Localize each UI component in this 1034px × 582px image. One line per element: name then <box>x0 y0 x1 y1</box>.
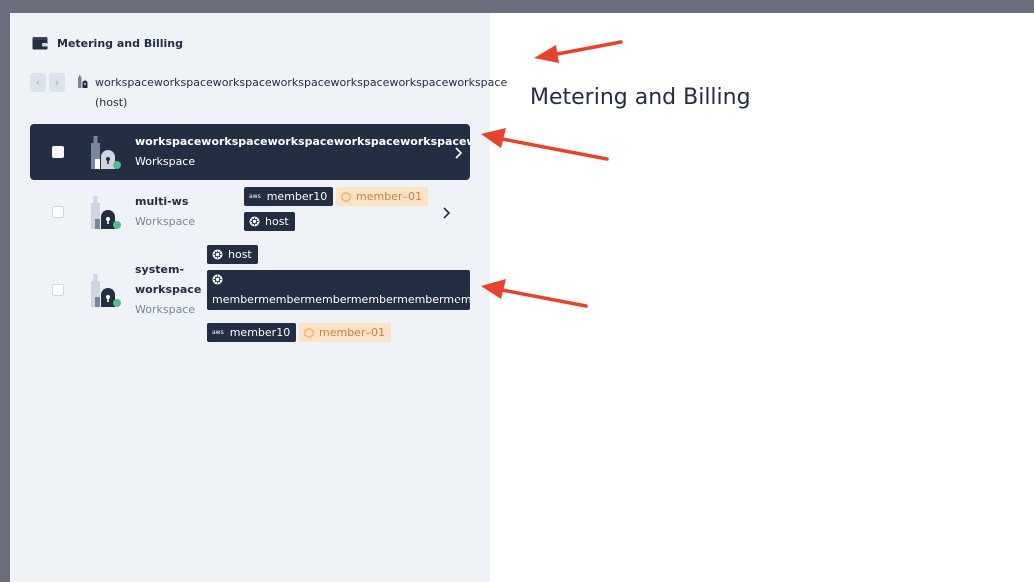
arrow-icon <box>481 128 609 161</box>
arrow-icon <box>481 279 588 308</box>
arrow-icon <box>534 40 623 63</box>
annotation-arrows <box>481 40 623 308</box>
